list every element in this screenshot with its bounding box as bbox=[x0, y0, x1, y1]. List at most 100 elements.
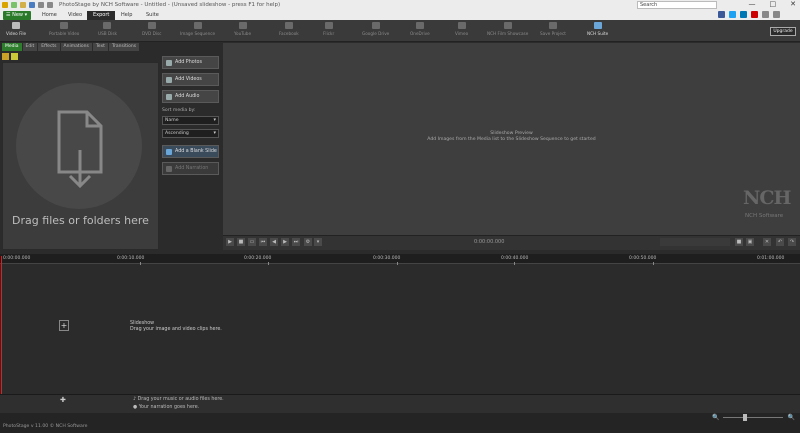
flickr-button[interactable]: Flickr bbox=[323, 22, 334, 41]
button-label: NCH Film Showcase bbox=[487, 31, 529, 36]
playhead[interactable] bbox=[1, 256, 2, 402]
save-project-button[interactable]: Save Project bbox=[540, 22, 566, 41]
settings-gear-icon[interactable]: ⚙ bbox=[304, 238, 312, 246]
nch-logo: NCH bbox=[743, 187, 791, 209]
redo-icon[interactable] bbox=[47, 2, 53, 8]
close-preview-icon[interactable]: ✕ bbox=[763, 238, 771, 246]
usb-disk-button[interactable]: USB Disk bbox=[98, 22, 117, 41]
step-forward-icon[interactable]: ▶ bbox=[281, 238, 289, 246]
fullscreen-icon[interactable]: ■ bbox=[735, 238, 743, 246]
tab-text[interactable]: Text bbox=[92, 43, 108, 51]
google-drive-button[interactable]: Google Drive bbox=[362, 22, 389, 41]
resolution-select[interactable] bbox=[660, 238, 730, 246]
zoom-in-icon[interactable]: 🔍 bbox=[787, 414, 794, 421]
search-input[interactable]: Search bbox=[637, 1, 717, 9]
save-disk-icon bbox=[548, 22, 557, 29]
rotate-left-icon[interactable]: ↶ bbox=[776, 238, 784, 246]
new-file-icon[interactable] bbox=[11, 2, 17, 8]
portable-video-button[interactable]: Portable Video bbox=[49, 22, 79, 41]
cloud-icon bbox=[415, 22, 424, 29]
add-slide-button[interactable]: + bbox=[59, 320, 69, 331]
help-icon[interactable] bbox=[773, 11, 780, 18]
microphone-icon bbox=[166, 165, 172, 172]
maximize-button[interactable]: □ bbox=[770, 0, 777, 8]
time-tick: 0:00:40.000 bbox=[501, 256, 529, 261]
nch-film-showcase-button[interactable]: NCH Film Showcase bbox=[487, 22, 528, 41]
new-button[interactable]: ☰ New ▾ bbox=[3, 11, 31, 20]
youtube-icon[interactable] bbox=[751, 11, 758, 18]
open-folder-icon[interactable] bbox=[20, 2, 26, 8]
aspect-icon[interactable]: ▣ bbox=[746, 238, 754, 246]
sort-order-select[interactable]: Ascending ▾ bbox=[162, 129, 219, 138]
play-icon[interactable]: ▶ bbox=[226, 238, 234, 246]
window-title: PhotoStage by NCH Software - Untitled - … bbox=[59, 2, 281, 8]
button-label: Add a Blank Slide bbox=[175, 149, 217, 154]
folder-icon[interactable] bbox=[2, 53, 9, 60]
add-audio-icon[interactable]: ✚ bbox=[60, 396, 66, 404]
chevron-down-icon: ▾ bbox=[213, 130, 216, 136]
button-label: Save Project bbox=[540, 31, 566, 36]
dvd-disc-button[interactable]: DVD Disc bbox=[142, 22, 161, 41]
tab-effects[interactable]: Effects bbox=[38, 43, 60, 51]
button-label: YouTube bbox=[234, 31, 252, 36]
time-tick: 0:00:20.000 bbox=[244, 256, 272, 261]
select-value: Ascending bbox=[165, 131, 189, 136]
sort-by-select[interactable]: Name ▾ bbox=[162, 116, 219, 125]
youtube-button[interactable]: YouTube bbox=[234, 22, 251, 41]
vimeo-button[interactable]: Vimeo bbox=[455, 22, 468, 41]
skip-start-icon[interactable]: ⏮ bbox=[259, 238, 267, 246]
chevron-down-icon[interactable]: ▾ bbox=[314, 238, 322, 246]
tab-edit[interactable]: Edit bbox=[22, 43, 38, 51]
time-tick: 0:00:00.000 bbox=[3, 256, 31, 261]
tab-help[interactable]: Help bbox=[115, 11, 138, 20]
zoom-thumb[interactable] bbox=[743, 414, 748, 421]
tab-home[interactable]: Home bbox=[36, 11, 63, 20]
skip-end-icon[interactable]: ⏭ bbox=[292, 238, 300, 246]
close-button[interactable]: ✕ bbox=[790, 0, 796, 8]
twitter-icon[interactable] bbox=[729, 11, 736, 18]
button-label: USB Disk bbox=[98, 31, 117, 36]
step-back-icon[interactable]: ◀ bbox=[270, 238, 278, 246]
phone-icon bbox=[60, 22, 69, 29]
menu-icon[interactable] bbox=[2, 2, 8, 8]
sort-label: Sort media by: bbox=[162, 108, 196, 113]
facebook-icon[interactable] bbox=[718, 11, 725, 18]
undo-icon[interactable] bbox=[38, 2, 44, 8]
images-icon bbox=[193, 22, 202, 29]
rotate-right-icon[interactable]: ↷ bbox=[788, 238, 796, 246]
tab-video[interactable]: Video bbox=[62, 11, 88, 20]
button-label: Add Videos bbox=[175, 77, 202, 82]
nch-suite-button[interactable]: NCH Suite bbox=[587, 22, 608, 41]
video-icon bbox=[166, 76, 172, 83]
info-icon[interactable] bbox=[762, 11, 769, 18]
add-narration-button[interactable]: Add Narration bbox=[162, 162, 219, 175]
zoom-slider[interactable] bbox=[723, 414, 784, 421]
save-icon[interactable] bbox=[29, 2, 35, 8]
thumbnail-view-icon[interactable] bbox=[11, 53, 18, 60]
image-sequence-button[interactable]: Image Sequence bbox=[180, 22, 215, 41]
add-blank-slide-button[interactable]: Add a Blank Slide bbox=[162, 145, 219, 158]
slideshow-track[interactable] bbox=[0, 265, 800, 393]
preview-title: Slideshow Preview bbox=[490, 131, 533, 136]
stop-icon[interactable]: ■ bbox=[237, 238, 245, 246]
add-photos-button[interactable]: Add Photos bbox=[162, 56, 219, 69]
audio-track[interactable] bbox=[0, 394, 800, 413]
upgrade-button[interactable]: Upgrade bbox=[770, 27, 796, 36]
button-label: Flickr bbox=[323, 31, 335, 36]
tab-transitions[interactable]: Transitions bbox=[108, 43, 140, 51]
tab-export[interactable]: Export bbox=[87, 11, 116, 20]
tab-animations[interactable]: Animations bbox=[60, 43, 92, 51]
loop-icon[interactable]: ▭ bbox=[248, 238, 256, 246]
zoom-out-icon[interactable]: 🔍 bbox=[712, 414, 719, 421]
tab-suite[interactable]: Suite bbox=[140, 11, 165, 20]
tab-media[interactable]: Media bbox=[2, 43, 22, 51]
timecode-display: 0:00:00.000 bbox=[474, 239, 505, 245]
minimize-button[interactable]: — bbox=[749, 0, 756, 8]
onedrive-button[interactable]: OneDrive bbox=[410, 22, 430, 41]
export-video-file-button[interactable]: Video File bbox=[6, 22, 26, 41]
linkedin-icon[interactable] bbox=[740, 11, 747, 18]
new-button-label: New bbox=[12, 12, 23, 18]
add-audio-button[interactable]: Add Audio bbox=[162, 90, 219, 103]
facebook-button[interactable]: Facebook bbox=[279, 22, 299, 41]
add-videos-button[interactable]: Add Videos bbox=[162, 73, 219, 86]
